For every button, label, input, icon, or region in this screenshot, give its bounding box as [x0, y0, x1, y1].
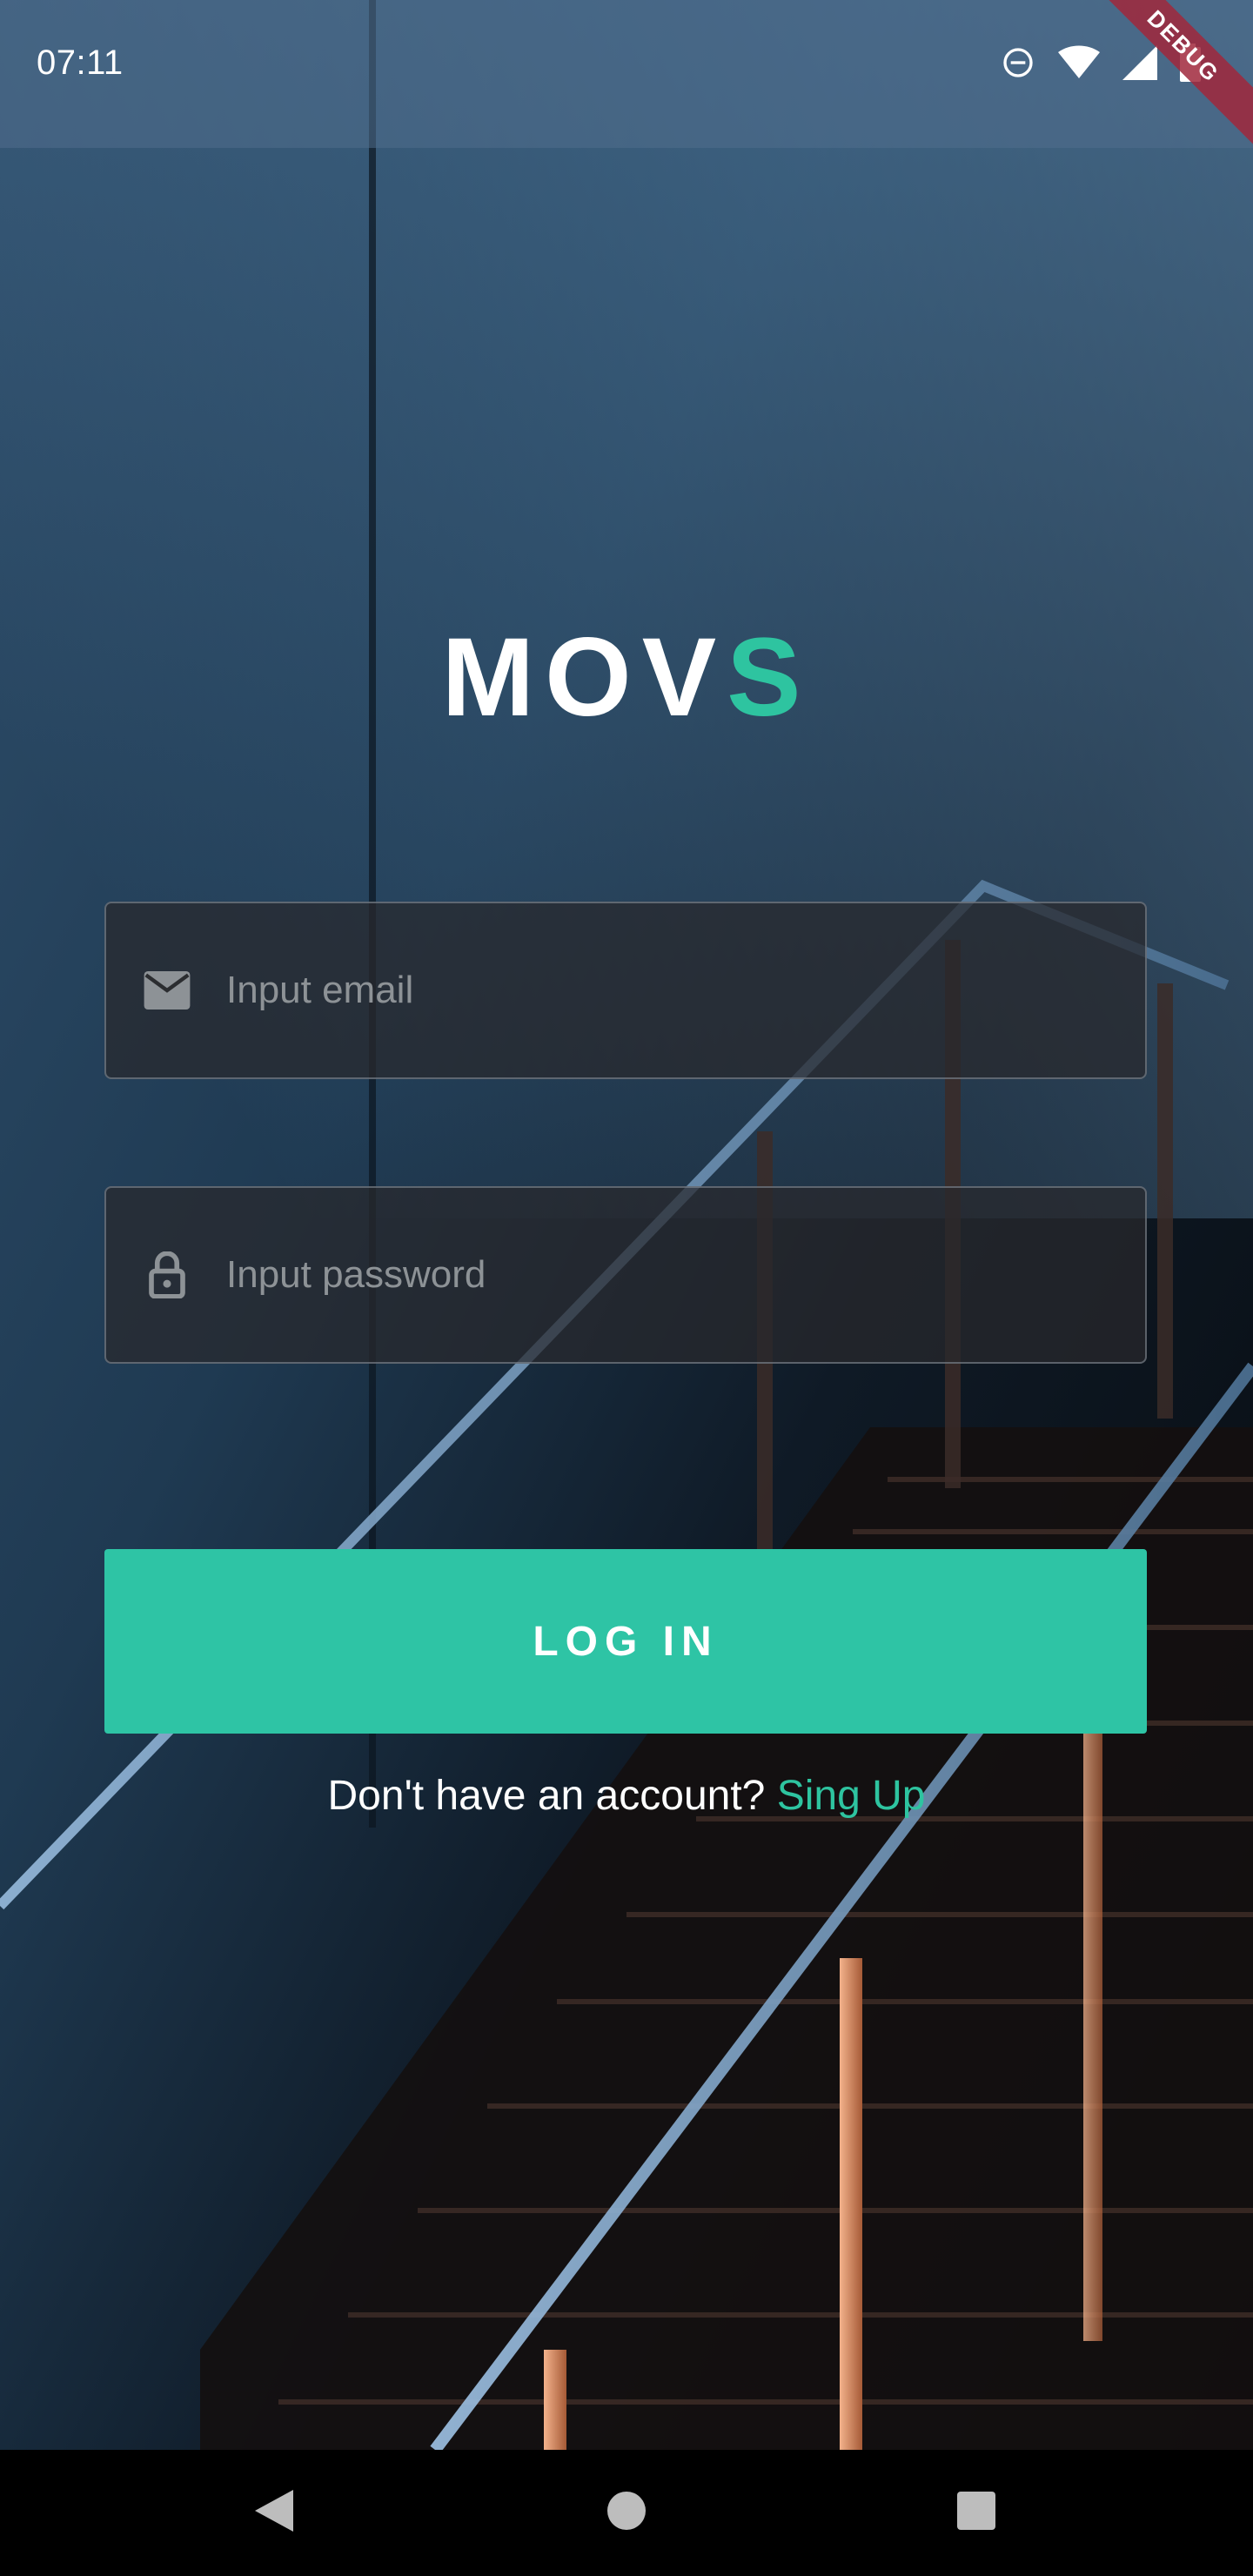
signup-link[interactable]: Sing Up: [777, 1773, 926, 1819]
mail-icon: [143, 966, 191, 1015]
wifi-icon: [1058, 45, 1100, 80]
back-button[interactable]: [213, 2450, 335, 2576]
home-icon: [607, 2492, 646, 2534]
signup-prompt-text: Don't have an account?: [327, 1773, 777, 1819]
status-time: 07:11: [37, 44, 124, 82]
logo-main: MOV: [441, 615, 727, 740]
status-bar: 07:11 DEBUG: [0, 0, 1253, 153]
home-button[interactable]: [566, 2450, 687, 2576]
signup-prompt: Don't have an account? Sing Up: [0, 1772, 1253, 1820]
email-input[interactable]: [226, 903, 1145, 1077]
logo-accent: S: [727, 615, 812, 740]
signal-icon: [1122, 45, 1157, 80]
password-input[interactable]: [226, 1188, 1145, 1362]
recent-apps-button[interactable]: [915, 2450, 1037, 2576]
recent-apps-icon: [957, 2492, 995, 2534]
login-button[interactable]: LOG IN: [104, 1549, 1147, 1734]
do-not-disturb-icon: [1001, 45, 1035, 80]
app-logo: MOVS: [0, 614, 1253, 741]
back-icon: [255, 2490, 293, 2536]
email-field[interactable]: [104, 902, 1147, 1079]
navigation-bar: [0, 2450, 1253, 2576]
login-screen: 07:11 DEBUG MOVS Input email LOG IN Don'…: [0, 0, 1253, 2576]
lock-icon: [143, 1251, 191, 1299]
password-field[interactable]: [104, 1186, 1147, 1364]
